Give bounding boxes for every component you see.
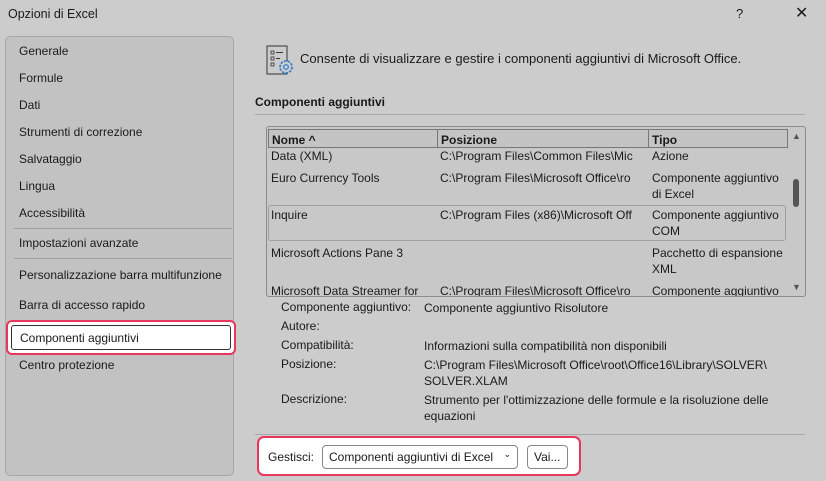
manage-label: Gestisci:: [268, 450, 315, 464]
table-cell: Microsoft Actions Pane 3: [271, 246, 404, 260]
sidebar-item-personalizzazione-barra[interactable]: Personalizzazione barra multifunzione: [19, 268, 222, 282]
scrollbar-thumb[interactable]: [793, 179, 799, 207]
table-cell: C:\Program Files\Microsoft Office\ro: [440, 171, 631, 185]
table-cell: Microsoft Data Streamer for: [271, 284, 419, 297]
table-cell: Pacchetto di espansione XML: [652, 246, 783, 276]
addins-gear-icon: [266, 45, 293, 75]
scrollbar[interactable]: ▲ ▼: [787, 127, 805, 296]
manage-select[interactable]: Componenti aggiuntivi di Excel ⌄: [322, 445, 518, 469]
addins-list[interactable]: Nome ^ Posizione Tipo Data (XML) C:\Progr…: [266, 126, 806, 297]
table-cell: Componente aggiuntivo: [652, 284, 779, 297]
chevron-down-icon: ⌄: [503, 449, 511, 459]
window-title: Opzioni di Excel: [8, 7, 98, 21]
detail-value: Componente aggiuntivo Risolutore: [424, 301, 609, 315]
manage-select-value: Componenti aggiuntivi di Excel: [329, 450, 494, 464]
detail-label: Autore:: [281, 319, 320, 333]
table-cell: Data (XML): [271, 149, 333, 163]
divider: [255, 434, 805, 435]
close-button[interactable]: ✕: [795, 3, 808, 23]
sidebar-item-generale[interactable]: Generale: [19, 44, 68, 58]
detail-value: Informazioni sulla compatibilità non dis…: [424, 339, 667, 353]
sidebar-item-salvataggio[interactable]: Salvataggio: [19, 152, 82, 166]
intro-text: Consente di visualizzare e gestire i com…: [300, 51, 742, 66]
divider: [255, 114, 805, 115]
table-cell: Euro Currency Tools: [271, 171, 380, 185]
sidebar-item-strumenti-correzione[interactable]: Strumenti di correzione: [19, 125, 142, 139]
detail-label: Compatibilità:: [281, 338, 354, 352]
help-button[interactable]: ?: [736, 6, 743, 21]
table-cell: C:\Program Files\Common Files\Mic: [440, 149, 633, 163]
sidebar-item-accessibilita[interactable]: Accessibilità: [19, 206, 85, 220]
table-cell: Azione: [652, 149, 689, 163]
sidebar-item-dati[interactable]: Dati: [19, 98, 40, 112]
detail-label: Posizione:: [281, 357, 337, 371]
detail-label: Componente aggiuntivo:: [281, 300, 412, 314]
table-cell: C:\Program Files (x86)\Microsoft Off: [440, 208, 632, 222]
sidebar-item-formule[interactable]: Formule: [19, 71, 63, 85]
sidebar-item-centro-protezione[interactable]: Centro protezione: [19, 358, 114, 372]
detail-label: Descrizione:: [281, 392, 348, 406]
column-header-posizione[interactable]: Posizione: [437, 129, 649, 148]
scroll-up-icon[interactable]: ▲: [792, 131, 801, 141]
section-heading: Componenti aggiuntivi: [255, 95, 385, 109]
sidebar-item-barra-accesso-rapido[interactable]: Barra di accesso rapido: [19, 298, 145, 312]
sidebar-item-label: Componenti aggiuntivi: [11, 325, 231, 350]
table-cell: Componente aggiuntivo COM: [652, 208, 779, 238]
table-cell: C:\Program Files\Microsoft Office\ro: [440, 284, 631, 297]
table-cell: Inquire: [271, 208, 308, 222]
scroll-down-icon[interactable]: ▼: [792, 282, 801, 292]
sidebar: Generale Formule Dati Strumenti di corre…: [5, 36, 236, 476]
column-header-nome[interactable]: Nome ^: [268, 129, 438, 148]
table-cell: Componente aggiuntivo di Excel: [652, 171, 779, 201]
detail-value: C:\Program Files\Microsoft Office\root\O…: [424, 358, 767, 388]
detail-value: Strumento per l'ottimizzazione delle for…: [424, 393, 769, 423]
column-header-tipo[interactable]: Tipo: [648, 129, 788, 148]
divider: [14, 228, 232, 229]
go-button[interactable]: Vai...: [527, 445, 568, 469]
divider: [14, 258, 232, 259]
sidebar-item-componenti-aggiuntivi[interactable]: Componenti aggiuntivi: [6, 320, 236, 355]
sidebar-item-impostazioni-avanzate[interactable]: Impostazioni avanzate: [19, 236, 138, 250]
manage-panel: Gestisci: Componenti aggiuntivi di Excel…: [257, 436, 581, 476]
sidebar-item-lingua[interactable]: Lingua: [19, 179, 55, 193]
